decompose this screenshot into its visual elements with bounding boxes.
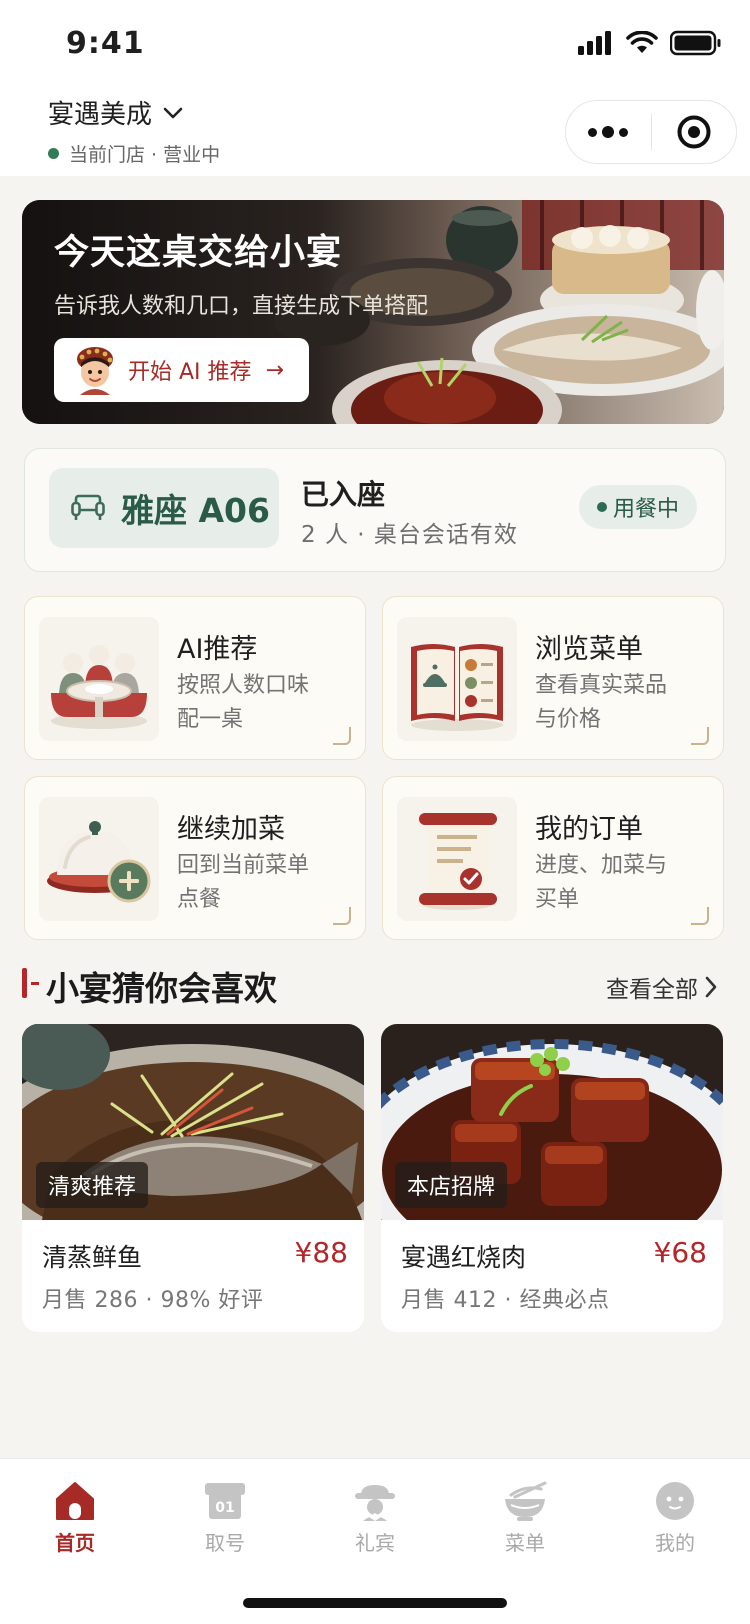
recommend-section-header: 小宴猜你会喜欢 查看全部 xyxy=(22,960,726,1008)
profile-icon xyxy=(656,1482,694,1520)
menu-book-icon xyxy=(411,644,503,731)
more-menu-button[interactable] xyxy=(566,100,651,164)
dish-card[interactable]: 清爽推荐 清蒸鲜鱼 ¥88 月售 286 · 98% 好评 xyxy=(22,1024,364,1332)
assistant-avatar-icon xyxy=(77,347,113,395)
tile-title: 浏览菜单 xyxy=(535,634,643,665)
tile-add-dishes[interactable]: 继续加菜 回到当前菜单点餐 xyxy=(24,776,366,940)
store-switcher[interactable]: 宴遇美成 xyxy=(48,94,184,131)
bowl-icon xyxy=(505,1481,547,1521)
concierge-icon xyxy=(355,1485,395,1521)
miniprogram-capsule xyxy=(565,100,737,164)
sofa-icon xyxy=(71,494,105,520)
tile-browse-menu[interactable]: 浏览菜单 查看真实菜品与价格 xyxy=(382,596,724,760)
tab-menu[interactable]: 菜单 xyxy=(450,1459,600,1569)
dining-status-badge: 用餐中 xyxy=(579,485,697,529)
seat-label: 雅座 A06 xyxy=(121,491,270,530)
tile-title: 我的订单 xyxy=(535,814,643,845)
ai-hero-banner: 今天这桌交给小宴 告诉我人数和几口，直接生成下单搭配 开始 AI 推荐 → xyxy=(22,200,724,424)
section-marker xyxy=(22,968,39,998)
home-indicator xyxy=(243,1598,507,1608)
tab-label: 我的 xyxy=(655,1531,695,1555)
tab-concierge[interactable]: 礼宾 xyxy=(300,1459,450,1569)
tile-corner-ornament xyxy=(691,907,709,925)
tile-title: 继续加菜 xyxy=(177,814,285,845)
seat-info: 2 人 · 桌台会话有效 xyxy=(301,522,518,548)
hero-subtitle: 告诉我人数和几口，直接生成下单搭配 xyxy=(54,294,429,319)
store-status-text: 当前门店 · 营业中 xyxy=(69,144,221,166)
arrow-right-icon: → xyxy=(265,357,284,383)
chevron-right-icon xyxy=(705,976,717,998)
tile-desc: 查看真实菜品与价格 xyxy=(535,673,668,732)
section-title: 小宴猜你会喜欢 xyxy=(46,969,277,1008)
tab-home[interactable]: 首页 xyxy=(0,1459,150,1569)
target-icon xyxy=(677,115,711,149)
tab-label: 礼宾 xyxy=(355,1531,395,1555)
dish-name: 宴遇红烧肉 xyxy=(401,1243,527,1272)
tile-illustration xyxy=(397,617,517,741)
dining-badge-label: 用餐中 xyxy=(612,497,679,522)
dish-tag: 清爽推荐 xyxy=(36,1162,149,1208)
ai-button-label: 开始 AI 推荐 xyxy=(128,360,252,385)
tile-illustration xyxy=(39,617,159,741)
system-icons xyxy=(578,30,722,56)
dish-cover-add-icon xyxy=(47,821,151,903)
tile-title: AI推荐 xyxy=(177,634,258,665)
dining-dot xyxy=(596,502,607,512)
tab-label: 取号 xyxy=(205,1531,245,1555)
order-scroll-icon xyxy=(419,813,497,910)
dish-price: ¥88 xyxy=(294,1236,348,1269)
status-bar: 9:41 xyxy=(0,0,750,88)
app-header: 宴遇美成 当前门店 · 营业中 xyxy=(0,88,750,176)
tile-my-orders[interactable]: 我的订单 进度、加菜与买单 xyxy=(382,776,724,940)
tile-corner-ornament xyxy=(333,727,351,745)
dish-tag: 本店招牌 xyxy=(395,1162,508,1208)
app-root: 9:41 宴遇美成 当前门店 · 营业中 今天这桌交给小宴 告诉我人数和几口，直… xyxy=(0,0,750,1624)
dish-price: ¥68 xyxy=(653,1236,707,1269)
home-icon xyxy=(56,1482,94,1520)
hero-title: 今天这桌交给小宴 xyxy=(54,233,343,273)
tile-corner-ornament xyxy=(333,907,351,925)
dish-meta: 月售 412 · 经典必点 xyxy=(401,1288,610,1313)
signal-icon xyxy=(578,31,611,55)
close-miniprogram-button[interactable] xyxy=(652,100,737,164)
tile-desc: 进度、加菜与买单 xyxy=(535,853,668,912)
tile-desc: 按照人数口味配一桌 xyxy=(177,673,310,732)
store-name: 宴遇美成 xyxy=(48,100,153,130)
tile-illustration xyxy=(397,797,517,921)
store-status: 当前门店 · 营业中 xyxy=(48,140,220,167)
table-session-card: 雅座 A06 已入座 2 人 · 桌台会话有效 用餐中 xyxy=(24,448,726,572)
status-time: 9:41 xyxy=(66,26,145,61)
dish-card[interactable]: 本店招牌 宴遇红烧肉 ¥68 月售 412 · 经典必点 xyxy=(381,1024,723,1332)
tab-label: 首页 xyxy=(55,1531,95,1555)
view-all-label: 查看全部 xyxy=(606,977,698,1003)
tab-label: 菜单 xyxy=(505,1531,545,1555)
start-ai-recommend-button[interactable]: 开始 AI 推荐 → xyxy=(54,338,309,402)
chevron-down-icon xyxy=(163,107,183,118)
queue-ticket-icon: 01 xyxy=(205,1483,245,1519)
wifi-icon xyxy=(626,31,658,53)
tile-desc: 回到当前菜单点餐 xyxy=(177,853,310,912)
tile-ai-recommend[interactable]: AI推荐 按照人数口味配一桌 xyxy=(24,596,366,760)
tab-queue[interactable]: 01 取号 xyxy=(150,1459,300,1569)
tile-corner-ornament xyxy=(691,727,709,745)
banquet-table-icon xyxy=(51,645,147,729)
dish-meta: 月售 286 · 98% 好评 xyxy=(42,1288,264,1313)
tab-profile[interactable]: 我的 xyxy=(600,1459,750,1569)
dish-name: 清蒸鲜鱼 xyxy=(42,1243,143,1272)
svg-text:01: 01 xyxy=(215,1500,234,1516)
seat-state: 已入座 xyxy=(301,478,386,511)
open-status-dot xyxy=(48,148,59,159)
seat-chip: 雅座 A06 xyxy=(49,468,279,548)
battery-icon xyxy=(670,30,721,56)
view-all-link[interactable]: 查看全部 xyxy=(606,970,718,1004)
tile-illustration xyxy=(39,797,159,921)
